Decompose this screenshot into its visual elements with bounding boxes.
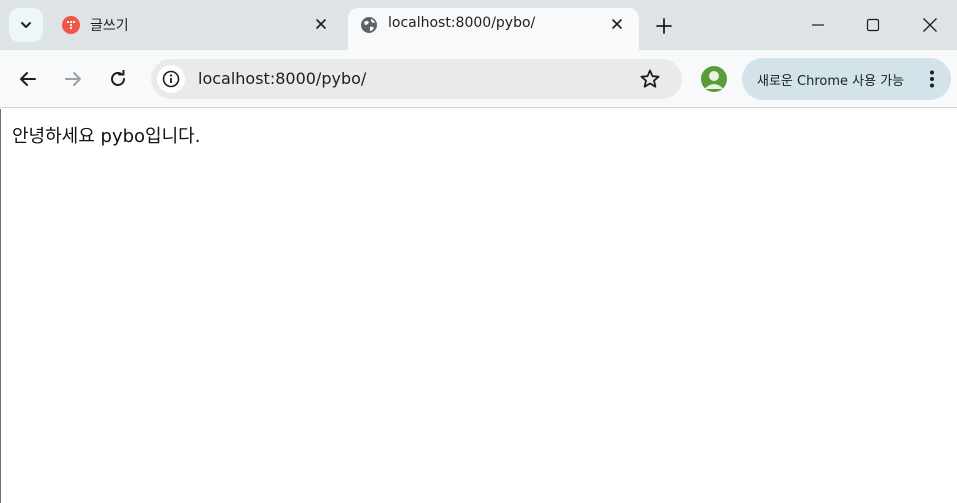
more-vert-icon[interactable] (922, 67, 942, 91)
maximize-icon (866, 18, 880, 32)
bookmark-star-icon[interactable] (638, 67, 662, 91)
close-icon (923, 18, 937, 32)
tab-search-button[interactable] (9, 8, 43, 42)
chrome-update-button[interactable]: 새로운 Chrome 사용 가능 (742, 58, 951, 100)
reload-button[interactable] (102, 63, 134, 95)
page-text: 안녕하세요 pybo입니다. (12, 126, 201, 147)
address-bar[interactable]: localhost:8000/pybo/ (151, 59, 682, 99)
minimize-button[interactable] (790, 0, 846, 50)
update-label: 새로운 Chrome 사용 가능 (757, 74, 905, 89)
globe-icon (360, 16, 378, 34)
page-content: 안녕하세요 pybo입니다. (0, 109, 957, 503)
info-icon (162, 70, 180, 88)
browser-toolbar: localhost:8000/pybo/ 새로운 Chrome 사용 가능 (0, 50, 957, 108)
tab-strip: 글쓰기 localhost:8000/pybo/ (0, 0, 957, 50)
window-close-button[interactable] (902, 0, 957, 50)
maximize-button[interactable] (845, 0, 901, 50)
close-tab-icon[interactable] (606, 13, 628, 35)
site-info-button[interactable] (157, 65, 185, 93)
tab-active[interactable]: localhost:8000/pybo/ (348, 8, 639, 50)
close-tab-icon[interactable] (310, 13, 332, 35)
new-tab-button[interactable] (651, 13, 677, 39)
minimize-icon (812, 24, 824, 26)
person-icon (704, 71, 724, 89)
chevron-down-icon (21, 22, 31, 28)
tab-inactive[interactable]: 글쓰기 (50, 8, 342, 50)
back-button[interactable] (12, 63, 44, 95)
profile-avatar[interactable] (701, 66, 727, 92)
url-text[interactable]: localhost:8000/pybo/ (198, 69, 366, 88)
forward-button[interactable] (57, 63, 89, 95)
tistory-icon (62, 16, 80, 34)
tab-title: 글쓰기 (90, 18, 129, 34)
reload-icon (111, 70, 125, 86)
arrow-left-icon (20, 72, 36, 86)
plus-icon (656, 18, 672, 34)
tab-title: localhost:8000/pybo/ (388, 15, 536, 31)
arrow-right-icon (65, 72, 81, 86)
